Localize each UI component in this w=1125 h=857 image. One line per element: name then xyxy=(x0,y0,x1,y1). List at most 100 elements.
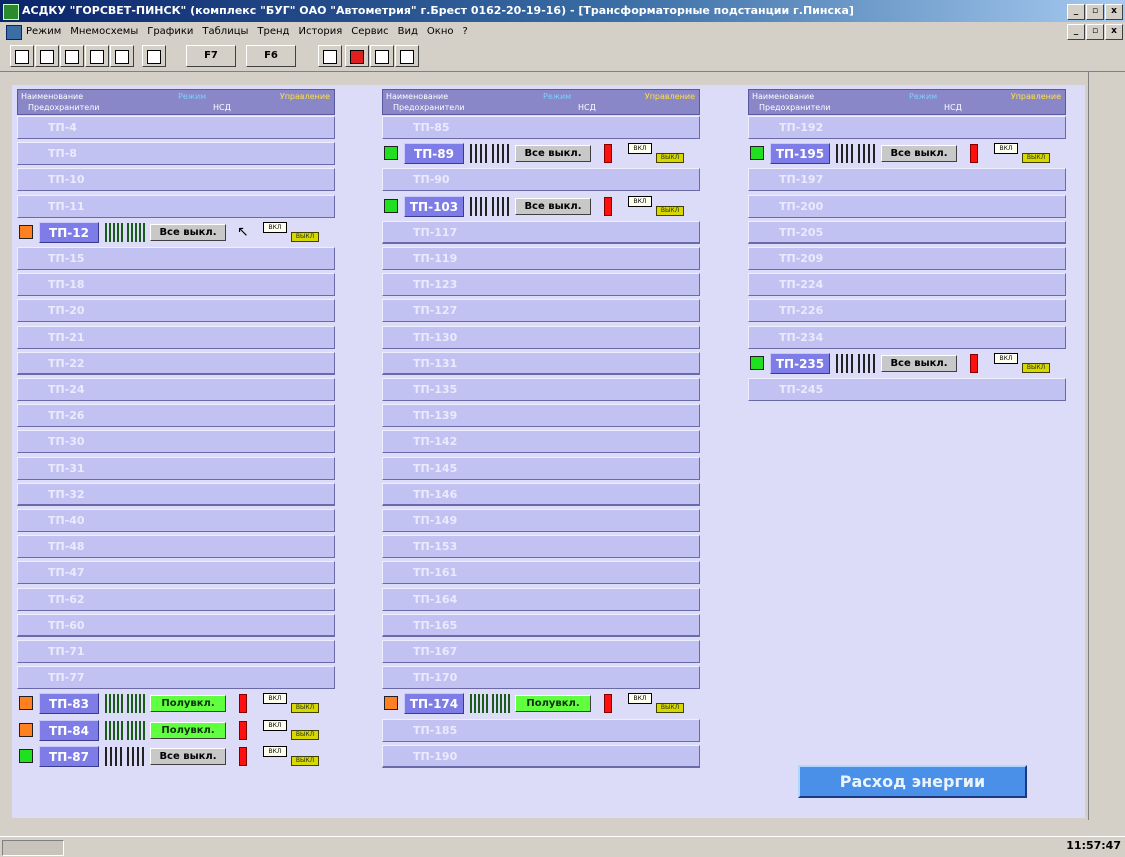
toolbar-list-button[interactable] xyxy=(35,45,59,67)
substation-row[interactable]: ТП-32 xyxy=(17,482,335,506)
substation-name[interactable]: ТП-83 xyxy=(39,693,99,715)
substation-name[interactable]: ТП-84 xyxy=(39,719,99,741)
substation-row[interactable]: ТП-127 xyxy=(382,299,700,323)
substation-name[interactable]: ТП-195 xyxy=(770,143,830,165)
substation-row[interactable]: ТП-31 xyxy=(17,456,335,480)
substation-row[interactable]: ТП-24 xyxy=(17,378,335,401)
substation-row[interactable]: ТП-4 xyxy=(17,116,335,139)
substation-row[interactable]: ТП-48 xyxy=(17,535,335,559)
substation-row[interactable]: ТП-15 xyxy=(17,247,335,270)
substation-row-active[interactable]: ТП-87 Все выкл. ВКЛ ВЫКЛ xyxy=(17,745,335,768)
substation-row-active[interactable]: ТП-174 Полувкл. ВКЛ ВЫКЛ xyxy=(382,692,700,715)
substation-row[interactable]: ТП-130 xyxy=(382,325,700,349)
toolbar-doc-button[interactable] xyxy=(370,45,394,67)
toolbar-table-button[interactable] xyxy=(85,45,109,67)
substation-row[interactable]: ТП-135 xyxy=(382,378,700,401)
menu-item[interactable]: Режим xyxy=(26,22,61,41)
control-off-button[interactable]: ВЫКЛ xyxy=(656,153,684,164)
substation-row[interactable]: ТП-77 xyxy=(17,666,335,690)
child-restore-button[interactable]: ▫ xyxy=(1086,24,1104,40)
toolbar-zoom-button[interactable] xyxy=(318,45,342,67)
substation-row[interactable]: ТП-119 xyxy=(382,247,700,270)
substation-row[interactable]: ТП-224 xyxy=(748,273,1066,297)
child-minimize-button[interactable]: _ xyxy=(1067,24,1085,40)
menu-item[interactable]: ? xyxy=(463,22,468,41)
substation-row[interactable]: ТП-18 xyxy=(17,273,335,297)
substation-row[interactable]: ТП-8 xyxy=(17,142,335,166)
control-off-button[interactable]: ВЫКЛ xyxy=(291,231,319,242)
substation-row[interactable]: ТП-11 xyxy=(17,194,335,218)
f7-button[interactable]: F7 xyxy=(186,45,236,67)
menu-item[interactable]: Сервис xyxy=(351,22,388,41)
toolbar-grid-button[interactable] xyxy=(110,45,134,67)
substation-row[interactable]: ТП-185 xyxy=(382,718,700,742)
substation-row[interactable]: ТП-200 xyxy=(748,194,1066,218)
substation-name[interactable]: ТП-174 xyxy=(404,693,464,715)
child-close-button[interactable]: x xyxy=(1105,24,1123,40)
substation-row[interactable]: ТП-209 xyxy=(748,247,1066,270)
control-off-button[interactable]: ВЫКЛ xyxy=(656,703,684,714)
substation-row[interactable]: ТП-117 xyxy=(382,220,700,244)
control-off-button[interactable]: ВЫКЛ xyxy=(291,729,319,740)
substation-name[interactable]: ТП-235 xyxy=(770,352,830,374)
control-on-button[interactable]: ВКЛ xyxy=(628,195,652,207)
substation-row-active[interactable]: ТП-84 Полувкл. ВКЛ ВЫКЛ xyxy=(17,719,335,742)
substation-row[interactable]: ТП-164 xyxy=(382,587,700,611)
control-on-button[interactable]: ВКЛ xyxy=(994,143,1018,155)
control-off-button[interactable]: ВЫКЛ xyxy=(656,205,684,216)
control-on-button[interactable]: ВКЛ xyxy=(263,221,287,233)
close-button[interactable]: x xyxy=(1105,4,1123,20)
substation-row-active[interactable]: ТП-235 Все выкл. ВКЛ ВЫКЛ xyxy=(748,352,1066,375)
substation-name[interactable]: ТП-103 xyxy=(404,195,464,217)
substation-row[interactable]: ТП-85 xyxy=(382,116,700,139)
menu-item[interactable]: Тренд xyxy=(257,22,289,41)
menu-item[interactable]: Окно xyxy=(427,22,454,41)
restore-button[interactable]: ▫ xyxy=(1086,4,1104,20)
substation-row[interactable]: ТП-20 xyxy=(17,299,335,323)
substation-row[interactable]: ТП-10 xyxy=(17,168,335,192)
child-window-icon[interactable] xyxy=(6,25,22,40)
control-on-button[interactable]: ВКЛ xyxy=(628,143,652,155)
substation-row[interactable]: ТП-26 xyxy=(17,404,335,428)
substation-row[interactable]: ТП-71 xyxy=(17,640,335,663)
minimize-button[interactable]: _ xyxy=(1067,4,1085,20)
substation-row-active[interactable]: ТП-83 Полувкл. ВКЛ ВЫКЛ xyxy=(17,692,335,715)
substation-row[interactable]: ТП-192 xyxy=(748,116,1066,139)
control-on-button[interactable]: ВКЛ xyxy=(263,745,287,757)
substation-row[interactable]: ТП-190 xyxy=(382,744,700,768)
energy-consumption-button[interactable]: Расход энергии xyxy=(798,765,1027,798)
substation-row[interactable]: ТП-146 xyxy=(382,482,700,506)
control-on-button[interactable]: ВКЛ xyxy=(263,693,287,705)
menu-item[interactable]: Мнемосхемы xyxy=(70,22,138,41)
substation-row[interactable]: ТП-40 xyxy=(17,509,335,532)
toolbar-schema-button[interactable] xyxy=(10,45,34,67)
substation-row[interactable]: ТП-226 xyxy=(748,299,1066,323)
substation-row[interactable]: ТП-167 xyxy=(382,640,700,663)
menu-item[interactable]: Вид xyxy=(398,22,418,41)
menu-item[interactable]: История xyxy=(298,22,342,41)
f6-button[interactable]: F6 xyxy=(246,45,296,67)
substation-row[interactable]: ТП-21 xyxy=(17,325,335,349)
substation-row[interactable]: ТП-205 xyxy=(748,220,1066,244)
control-off-button[interactable]: ВЫКЛ xyxy=(1022,153,1050,164)
substation-name[interactable]: ТП-89 xyxy=(404,143,464,165)
substation-row[interactable]: ТП-60 xyxy=(17,613,335,637)
substation-row[interactable]: ТП-245 xyxy=(748,378,1066,401)
substation-row[interactable]: ТП-90 xyxy=(382,168,700,192)
menu-item[interactable]: Таблицы xyxy=(202,22,248,41)
control-off-button[interactable]: ВЫКЛ xyxy=(291,703,319,714)
substation-name[interactable]: ТП-12 xyxy=(39,221,99,243)
substation-row[interactable]: ТП-131 xyxy=(382,351,700,375)
substation-row[interactable]: ТП-165 xyxy=(382,613,700,637)
substation-row[interactable]: ТП-62 xyxy=(17,587,335,611)
substation-row[interactable]: ТП-234 xyxy=(748,325,1066,349)
substation-row[interactable]: ТП-30 xyxy=(17,430,335,454)
control-off-button[interactable]: ВЫКЛ xyxy=(1022,362,1050,373)
control-on-button[interactable]: ВКЛ xyxy=(263,719,287,731)
substation-row[interactable]: ТП-145 xyxy=(382,456,700,480)
substation-row-active[interactable]: ТП-12 Все выкл. ↖ ВКЛ ВЫКЛ xyxy=(17,221,335,244)
substation-row[interactable]: ТП-149 xyxy=(382,509,700,532)
control-on-button[interactable]: ВКЛ xyxy=(994,352,1018,364)
substation-row[interactable]: ТП-197 xyxy=(748,168,1066,192)
menu-item[interactable]: Графики xyxy=(147,22,193,41)
